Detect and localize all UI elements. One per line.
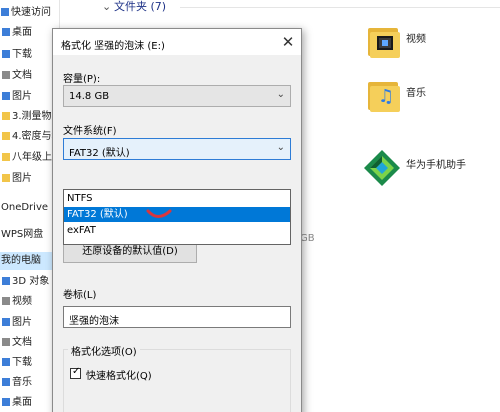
- nav-item-label: 文档: [12, 337, 32, 348]
- chevron-down-icon: ⌄: [276, 142, 285, 153]
- folder-tile-video[interactable]: 视频: [368, 22, 488, 72]
- cube-icon: [2, 277, 10, 285]
- nav-item-wps-drive[interactable]: WPS网盘: [0, 226, 60, 244]
- capacity-label: 容量(P):: [63, 74, 101, 85]
- nav-item-label: 图片: [12, 173, 32, 184]
- nav-item-3d-objects[interactable]: 3D 对象: [0, 273, 60, 291]
- close-icon: ✕: [281, 33, 295, 51]
- nav-item-label: OneDrive: [1, 202, 49, 213]
- capacity-select[interactable]: 14.8 GB ⌄: [63, 85, 291, 107]
- nav-item-music[interactable]: 音乐: [0, 374, 60, 392]
- volume-label-caption: 卷标(L): [63, 290, 97, 301]
- filesystem-option-ntfs[interactable]: NTFS: [64, 191, 290, 206]
- app-label-huawei: 华为手机助手: [406, 160, 466, 171]
- nav-item-downloads-pc[interactable]: 下载: [0, 354, 60, 372]
- folder-icon: [2, 174, 10, 182]
- format-options-group: 格式化选项(O) ✓ 快速格式化(Q): [63, 343, 291, 412]
- folders-group-header[interactable]: ⌄ 文件夹 (7): [102, 0, 166, 16]
- dialog-title: 格式化 坚强的泡沫 (E:): [61, 41, 165, 52]
- video-icon: [2, 297, 10, 305]
- nav-item-label: 我的电脑: [1, 255, 41, 266]
- document-icon: [2, 338, 10, 346]
- nav-item-label: 音乐: [12, 377, 32, 388]
- folder-tile-music[interactable]: ♫ 音乐: [368, 76, 488, 126]
- nav-item-label: 桌面: [12, 397, 32, 408]
- filesystem-option-fat32[interactable]: FAT32 (默认): [64, 207, 290, 222]
- nav-item-label: 视频: [12, 296, 32, 307]
- nav-item-this-pc[interactable]: 我的电脑: [0, 252, 60, 270]
- desktop-icon: [2, 28, 10, 36]
- filesystem-option-exfat[interactable]: exFAT: [64, 223, 290, 238]
- folders-group-title: 文件夹 (7): [114, 0, 167, 13]
- nav-item-folder-3[interactable]: 3.测量物质: [0, 108, 60, 126]
- nav-item-pictures-folder[interactable]: 图片: [0, 170, 60, 188]
- music-icon: [2, 378, 10, 386]
- folder-label-music: 音乐: [406, 88, 426, 99]
- nav-item-label: 图片: [12, 91, 32, 102]
- folder-icon: [2, 112, 10, 120]
- nav-item-quick-access[interactable]: 快速访问: [0, 4, 60, 22]
- format-dialog: 格式化 坚强的泡沫 (E:) ✕ 容量(P): 14.8 GB ⌄ 文件系统(F…: [52, 28, 302, 412]
- quick-format-label[interactable]: 快速格式化(Q): [86, 367, 152, 382]
- pictures-icon: [2, 318, 10, 326]
- nav-item-desktop-pc[interactable]: 桌面: [0, 394, 60, 412]
- video-folder-icon: [368, 26, 400, 58]
- group-divider: [180, 7, 500, 8]
- nav-item-label: 3D 对象: [12, 276, 50, 287]
- nav-item-grade8[interactable]: 八年级上: [0, 149, 60, 167]
- nav-item-downloads[interactable]: 下载: [0, 46, 60, 64]
- nav-item-pictures[interactable]: 图片: [0, 88, 60, 106]
- nav-item-documents[interactable]: 文档: [0, 67, 60, 85]
- drive-size-fragment: GB: [300, 233, 315, 244]
- download-icon: [2, 358, 10, 366]
- huawei-assistant-icon: [364, 150, 400, 186]
- folder-label-video: 视频: [406, 34, 426, 45]
- navigation-pane[interactable]: 快速访问 桌面 下载 文档 图片 3.测量物质 4.密度与科 八年级上 图片 O…: [0, 0, 60, 412]
- nav-item-videos[interactable]: 视频: [0, 293, 60, 311]
- nav-item-pictures-pc[interactable]: 图片: [0, 314, 60, 332]
- nav-item-label: 快速访问: [11, 7, 51, 18]
- filesystem-dropdown-list[interactable]: NTFS FAT32 (默认) exFAT: [63, 189, 291, 245]
- folder-icon: [2, 153, 10, 161]
- quick-format-checkbox[interactable]: ✓: [70, 366, 81, 379]
- filesystem-option-label: FAT32 (默认): [67, 209, 128, 220]
- checkmark-icon: ✓: [72, 366, 81, 377]
- format-options-title: 格式化选项(O): [68, 343, 140, 358]
- close-button[interactable]: ✕: [277, 31, 299, 53]
- chevron-down-icon: ⌄: [102, 0, 112, 13]
- red-annotation-mark-icon: [146, 209, 172, 218]
- nav-item-label: 八年级上: [12, 152, 52, 163]
- nav-item-label: 文档: [12, 70, 32, 81]
- nav-item-desktop[interactable]: 桌面: [0, 24, 60, 42]
- nav-item-documents-pc[interactable]: 文档: [0, 334, 60, 352]
- capacity-value: 14.8 GB: [69, 91, 110, 102]
- nav-item-label: WPS网盘: [1, 229, 44, 240]
- nav-item-folder-4[interactable]: 4.密度与科: [0, 128, 60, 146]
- filesystem-select[interactable]: FAT32 (默认) ⌄: [63, 138, 291, 160]
- volume-label-input[interactable]: 坚强的泡沫: [63, 306, 291, 328]
- nav-item-onedrive[interactable]: OneDrive: [0, 199, 60, 217]
- filesystem-value: FAT32 (默认): [69, 148, 130, 159]
- music-folder-icon: ♫: [368, 80, 400, 112]
- nav-item-label: 图片: [12, 317, 32, 328]
- download-icon: [2, 50, 10, 58]
- pictures-icon: [2, 92, 10, 100]
- nav-item-label: 下载: [12, 49, 32, 60]
- nav-item-label: 下载: [12, 357, 32, 368]
- volume-label-value: 坚强的泡沫: [69, 316, 119, 327]
- desktop-icon: [2, 398, 10, 406]
- filesystem-label: 文件系统(F): [63, 126, 117, 137]
- dialog-titlebar[interactable]: 格式化 坚强的泡沫 (E:) ✕: [53, 29, 301, 55]
- star-icon: [1, 8, 9, 16]
- chevron-down-icon: ⌄: [276, 89, 285, 100]
- folder-icon: [2, 132, 10, 140]
- document-icon: [2, 71, 10, 79]
- nav-item-label: 桌面: [12, 27, 32, 38]
- app-tile-huawei[interactable]: 华为手机助手: [362, 148, 500, 198]
